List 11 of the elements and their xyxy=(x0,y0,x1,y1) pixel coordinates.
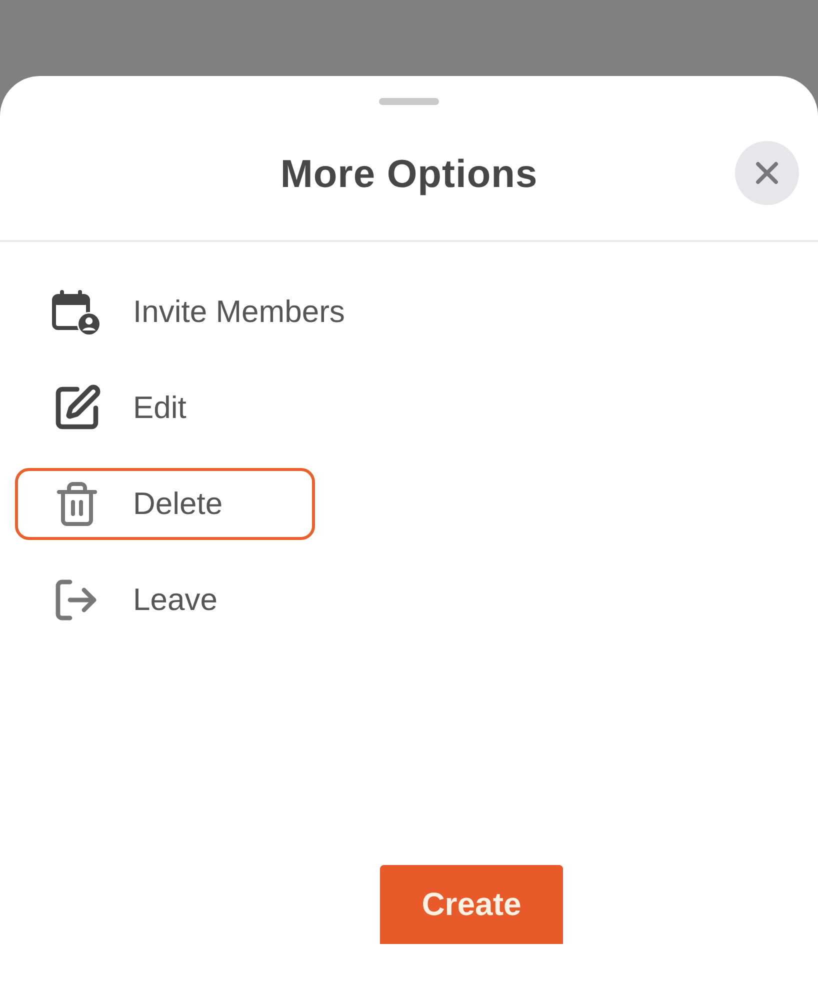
menu-item[interactable]: Leave xyxy=(15,564,315,636)
sheet-title: More Options xyxy=(280,152,538,196)
menu-item-label: Invite Members xyxy=(133,294,345,330)
menu-item-label: Leave xyxy=(133,582,218,618)
menu-item[interactable]: Edit xyxy=(15,372,315,444)
menu-item-label: Delete xyxy=(133,486,223,522)
menu-item-label: Edit xyxy=(133,390,186,426)
calendar-user-icon xyxy=(52,288,101,336)
drag-handle[interactable] xyxy=(379,98,439,105)
menu-item[interactable]: Invite Members xyxy=(15,276,356,348)
menu-item[interactable]: Delete xyxy=(15,468,315,540)
